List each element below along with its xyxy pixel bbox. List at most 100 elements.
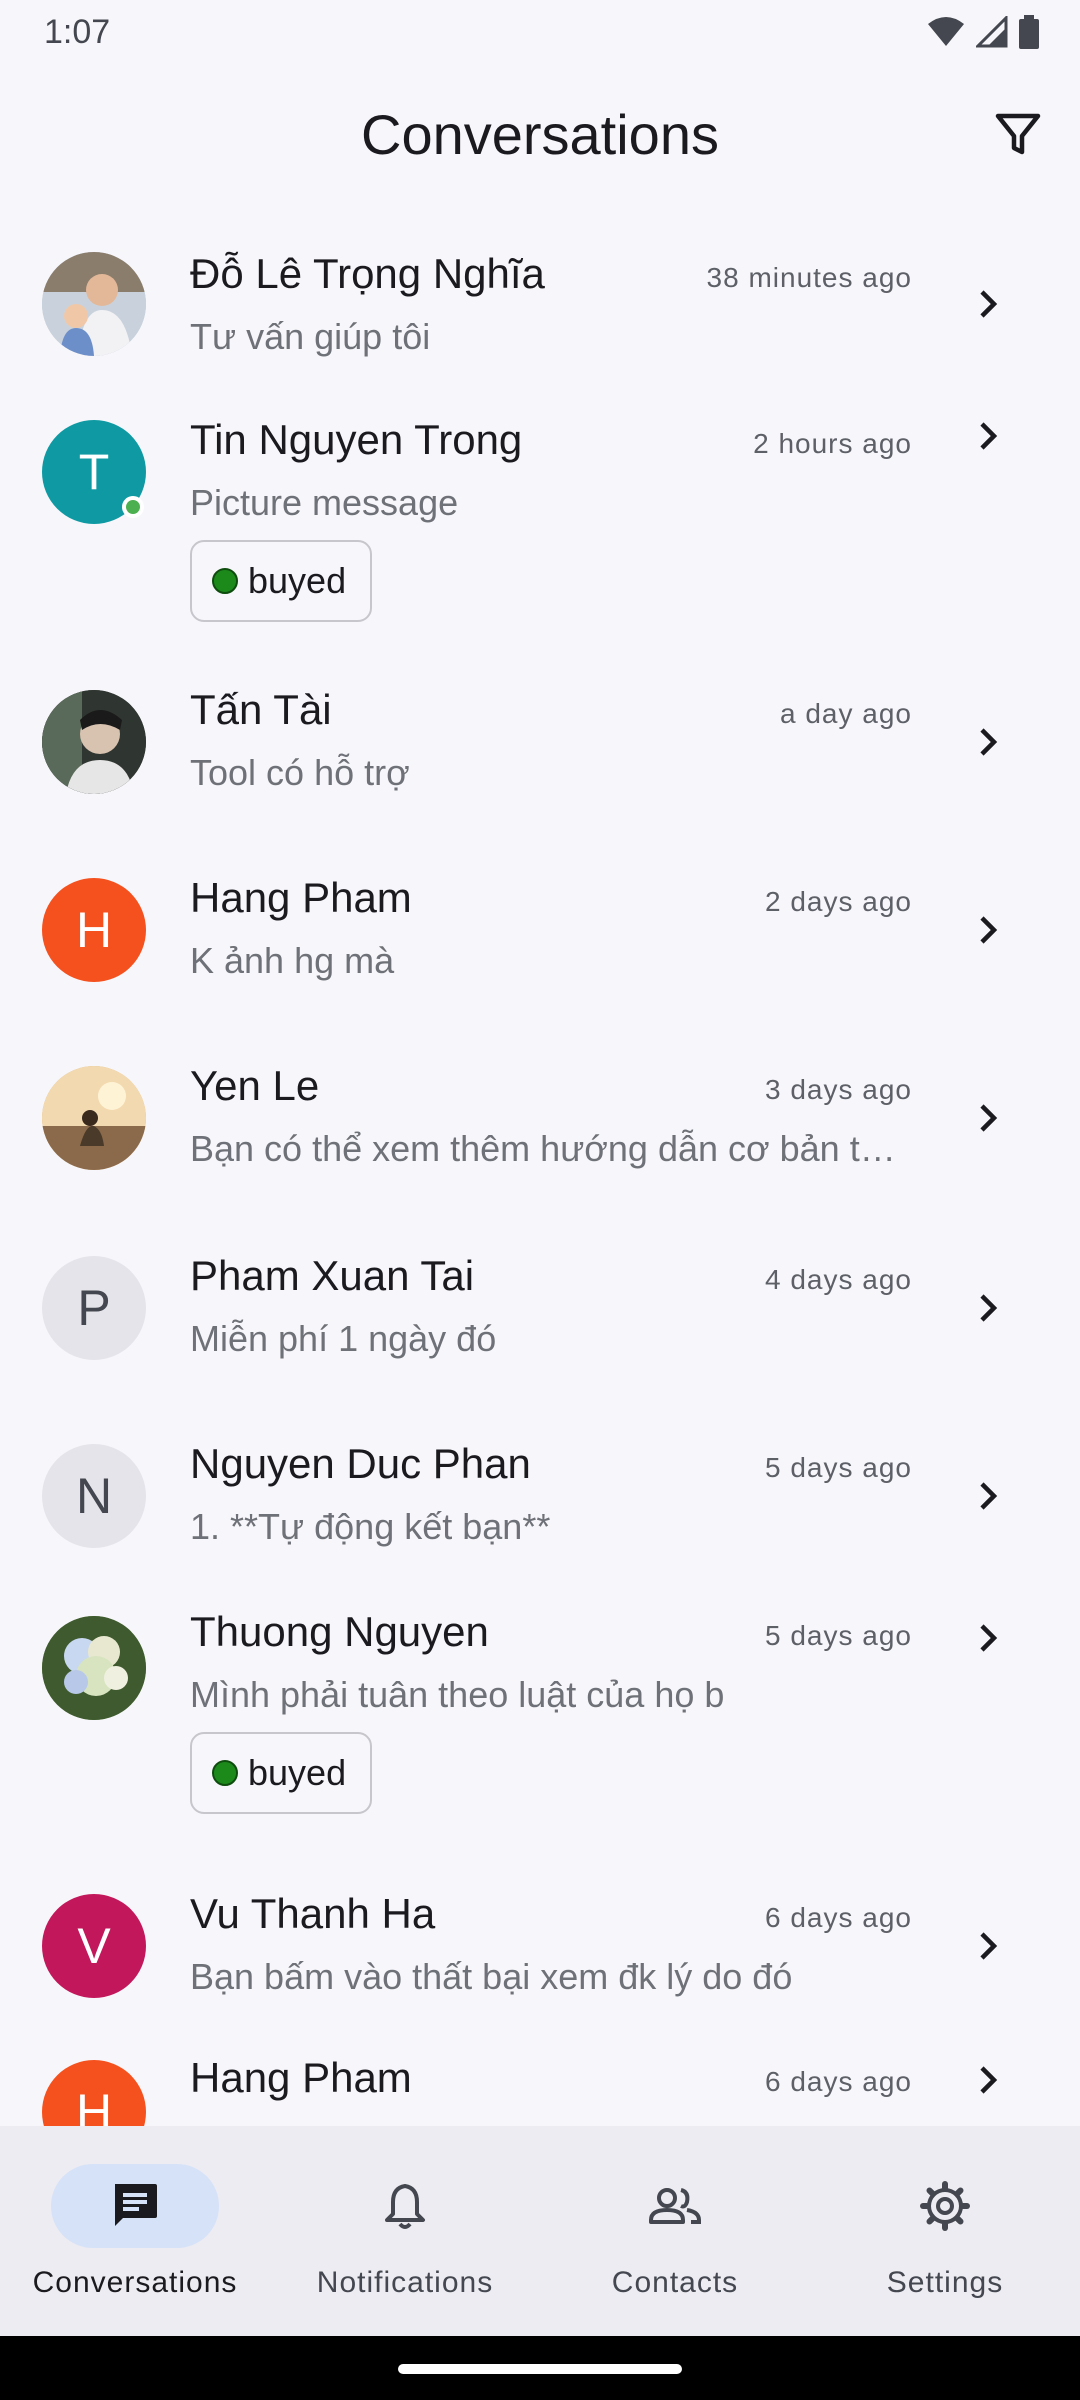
conversation-item[interactable]: P Pham Xuan Tai 4 days ago Miễn phí 1 ng… bbox=[0, 1220, 1080, 1408]
nav-item-settings[interactable]: Settings bbox=[810, 2126, 1080, 2336]
contact-name: Nguyen Duc Phan bbox=[190, 1440, 531, 1487]
timestamp: 2 days ago bbox=[765, 886, 912, 917]
nav-pill bbox=[861, 2164, 1029, 2248]
avatar-letter: T bbox=[78, 444, 110, 500]
avatar: P bbox=[42, 1256, 146, 1360]
page-title: Conversations bbox=[361, 102, 719, 166]
nav-label: Contacts bbox=[611, 2266, 739, 2299]
nav-item-conversations[interactable]: Conversations bbox=[0, 2126, 270, 2336]
conversation-item[interactable]: T Tin Nguyen Trong 2 hours ago Picture m… bbox=[0, 386, 1080, 652]
conversation-item[interactable]: N Nguyen Duc Phan 5 days ago 1. **Tự độn… bbox=[0, 1408, 1080, 1580]
contact-name: Vu Thanh Ha bbox=[190, 1890, 436, 1937]
avatar-photo bbox=[42, 252, 146, 356]
battery-icon bbox=[1019, 15, 1039, 49]
avatar: H bbox=[42, 2060, 146, 2126]
timestamp: 3 days ago bbox=[765, 1074, 912, 1105]
avatar-photo bbox=[42, 1066, 146, 1170]
last-message: Picture message bbox=[190, 482, 459, 523]
last-message: Miễn phí 1 ngày đó bbox=[190, 1318, 497, 1359]
nav-item-notifications[interactable]: Notifications bbox=[270, 2126, 540, 2336]
tag-label: buyed bbox=[248, 1752, 347, 1793]
timestamp: 5 days ago bbox=[765, 1620, 912, 1651]
contact-name: Pham Xuan Tai bbox=[190, 1252, 475, 1299]
contact-name: Đỗ Lê Trọng Nghĩa bbox=[190, 250, 545, 297]
last-message: Bạn có thể xem thêm hướng dẫn cơ bản t… bbox=[190, 1128, 896, 1169]
conversation-item[interactable]: Đỗ Lê Trọng Nghĩa 38 minutes ago Tư vấn … bbox=[0, 220, 1080, 386]
conversation-list[interactable]: Đỗ Lê Trọng Nghĩa 38 minutes ago Tư vấn … bbox=[0, 220, 1080, 2126]
contact-name: Tấn Tài bbox=[190, 686, 332, 733]
avatar-photo bbox=[42, 1616, 146, 1720]
avatar: T bbox=[42, 420, 146, 524]
timestamp: 6 days ago bbox=[765, 2066, 912, 2097]
status-badge: buyed bbox=[190, 1732, 372, 1814]
nav-label: Notifications bbox=[316, 2266, 494, 2299]
bell-icon bbox=[385, 2184, 425, 2229]
avatar-letter: N bbox=[75, 1468, 113, 1524]
filter-button[interactable] bbox=[986, 102, 1050, 166]
nav-pill bbox=[591, 2164, 759, 2248]
conversation-item[interactable]: Tấn Tài a day ago Tool có hỗ trợ bbox=[0, 652, 1080, 842]
avatar-letter: H bbox=[75, 902, 113, 958]
conversation-item[interactable]: Thuong Nguyen 5 days ago Mình phải tuân … bbox=[0, 1580, 1080, 1862]
status-badge: buyed bbox=[190, 540, 372, 622]
status-time: 1:07 bbox=[44, 12, 111, 51]
timestamp: 38 minutes ago bbox=[706, 262, 912, 293]
bottom-navigation: Conversations Notifications Contacts Set… bbox=[0, 2126, 1080, 2336]
status-bar: 1:07 bbox=[0, 0, 1080, 64]
avatar bbox=[42, 252, 146, 356]
contact-name: Thuong Nguyen bbox=[190, 1608, 489, 1655]
online-indicator bbox=[122, 496, 144, 518]
avatar-letter: V bbox=[77, 1918, 111, 1974]
contact-name: Hang Pham bbox=[190, 874, 412, 921]
chevron-right-icon bbox=[980, 1932, 998, 1960]
last-message: Tư vấn giúp tôi bbox=[190, 316, 431, 357]
timestamp: a day ago bbox=[780, 698, 912, 729]
timestamp: 2 hours ago bbox=[753, 428, 912, 459]
chevron-right-icon bbox=[980, 1104, 998, 1132]
last-message: Mình phải tuân theo luật của họ b bbox=[190, 1674, 725, 1715]
chevron-right-icon bbox=[980, 728, 998, 756]
contact-name: Tin Nguyen Trong bbox=[190, 416, 523, 463]
tag-dot bbox=[212, 1760, 238, 1786]
chevron-right-icon bbox=[980, 1624, 998, 1652]
conversation-item[interactable]: H Hang Pham 2 days ago K ảnh hg mà bbox=[0, 842, 1080, 1030]
conversation-item[interactable]: H Hang Pham 6 days ago bbox=[0, 2032, 1080, 2126]
wifi-icon bbox=[928, 17, 964, 46]
filter-icon bbox=[995, 113, 1041, 155]
conversation-item[interactable]: Yen Le 3 days ago Bạn có thể xem thêm hư… bbox=[0, 1030, 1080, 1220]
tag-label: buyed bbox=[248, 560, 347, 601]
nav-pill bbox=[321, 2164, 489, 2248]
nav-pill bbox=[51, 2164, 219, 2248]
chat-icon bbox=[115, 2184, 157, 2226]
home-gesture-handle[interactable] bbox=[398, 2364, 682, 2374]
chevron-right-icon bbox=[980, 1294, 998, 1322]
avatar-letter: H bbox=[75, 2084, 113, 2126]
gear-icon bbox=[920, 2181, 970, 2231]
nav-item-contacts[interactable]: Contacts bbox=[540, 2126, 810, 2336]
last-message: Bạn bấm vào thất bại xem đk lý do đó bbox=[190, 1956, 793, 1997]
last-message: Tool có hỗ trợ bbox=[190, 752, 410, 793]
app-bar: Conversations bbox=[0, 64, 1080, 204]
avatar bbox=[42, 690, 146, 794]
avatar: N bbox=[42, 1444, 146, 1548]
contact-name: Yen Le bbox=[190, 1062, 320, 1109]
conversation-item[interactable]: V Vu Thanh Ha 6 days ago Bạn bấm vào thấ… bbox=[0, 1862, 1080, 2032]
timestamp: 5 days ago bbox=[765, 1452, 912, 1483]
timestamp: 6 days ago bbox=[765, 1902, 912, 1933]
contact-name: Hang Pham bbox=[190, 2054, 412, 2101]
avatar bbox=[42, 1066, 146, 1170]
avatar bbox=[42, 1616, 146, 1720]
nav-label: Settings bbox=[886, 2266, 1004, 2299]
chevron-right-icon bbox=[980, 422, 998, 450]
avatar: H bbox=[42, 878, 146, 982]
chevron-right-icon bbox=[980, 290, 998, 318]
avatar-photo bbox=[42, 690, 146, 794]
chevron-right-icon bbox=[980, 2066, 998, 2094]
status-icons bbox=[926, 15, 1040, 49]
signal-icon bbox=[976, 16, 1008, 48]
timestamp: 4 days ago bbox=[765, 1264, 912, 1295]
tag-dot bbox=[212, 568, 238, 594]
last-message: K ảnh hg mà bbox=[190, 940, 395, 981]
nav-label: Conversations bbox=[32, 2266, 238, 2299]
last-message: 1. **Tự động kết bạn** bbox=[190, 1506, 551, 1547]
